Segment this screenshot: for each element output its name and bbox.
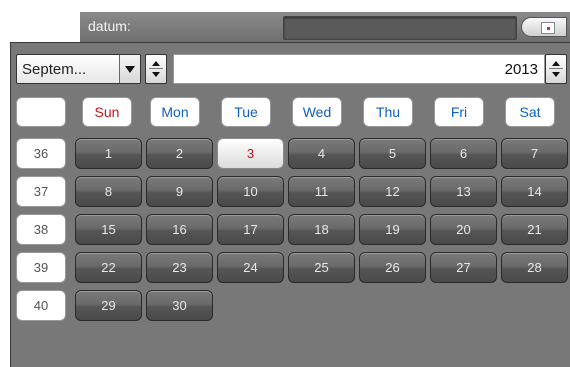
- day-cell[interactable]: 9: [146, 176, 213, 207]
- day-cell[interactable]: 16: [146, 214, 213, 245]
- weekday-header: Tue: [221, 97, 271, 127]
- year-value: 2013: [504, 61, 538, 78]
- week-header-corner: [16, 97, 66, 127]
- day-cell[interactable]: 23: [146, 252, 213, 283]
- arrow-down-icon[interactable]: [552, 72, 560, 77]
- day-cell[interactable]: 12: [359, 176, 426, 207]
- year-input[interactable]: 2013: [173, 54, 545, 84]
- day-cell[interactable]: 25: [288, 252, 355, 283]
- week-number: 40: [16, 290, 66, 321]
- day-cell[interactable]: 11: [288, 176, 355, 207]
- arrow-up-icon[interactable]: [552, 61, 560, 66]
- day-cell[interactable]: 13: [430, 176, 497, 207]
- weekday-header: Wed: [292, 97, 342, 127]
- day-cell[interactable]: 6: [430, 138, 497, 169]
- day-cell[interactable]: 27: [430, 252, 497, 283]
- month-select[interactable]: Septem...: [16, 54, 141, 84]
- day-cell[interactable]: 8: [75, 176, 142, 207]
- day-cell[interactable]: 29: [75, 290, 142, 321]
- week-number: 37: [16, 176, 66, 207]
- day-cell[interactable]: 20: [430, 214, 497, 245]
- weekday-header: Sun: [82, 97, 132, 127]
- year-spinner[interactable]: [545, 54, 567, 84]
- day-cell[interactable]: 19: [359, 214, 426, 245]
- week-number: 36: [16, 138, 66, 169]
- day-cell[interactable]: 26: [359, 252, 426, 283]
- weekday-header: Sat: [505, 97, 555, 127]
- day-cell[interactable]: 2: [146, 138, 213, 169]
- arrow-up-icon[interactable]: [152, 61, 160, 66]
- day-cell[interactable]: 14: [501, 176, 568, 207]
- arrow-down-icon[interactable]: [152, 72, 160, 77]
- month-spinner[interactable]: [145, 54, 167, 84]
- weekday-header: Mon: [150, 97, 200, 127]
- day-cell[interactable]: 22: [75, 252, 142, 283]
- week-number: 39: [16, 252, 66, 283]
- week-number: 38: [16, 214, 66, 245]
- calendar-button[interactable]: [521, 17, 567, 37]
- day-cell[interactable]: 7: [501, 138, 568, 169]
- chevron-down-icon[interactable]: [119, 55, 140, 83]
- weekday-header: Fri: [434, 97, 484, 127]
- calendar-icon: [541, 22, 555, 34]
- day-cell[interactable]: 4: [288, 138, 355, 169]
- date-input[interactable]: [283, 16, 517, 40]
- day-cell[interactable]: 28: [501, 252, 568, 283]
- date-label: datum:: [88, 18, 131, 34]
- day-cell[interactable]: 24: [217, 252, 284, 283]
- day-cell-today[interactable]: 3: [217, 138, 284, 169]
- calendar-popup: Septem... 2013 Sun Mon Tue Wed Thu Fri Sat 36 1 2…: [10, 42, 570, 367]
- weekday-header: Thu: [363, 97, 413, 127]
- day-cell[interactable]: 10: [217, 176, 284, 207]
- day-cell[interactable]: 30: [146, 290, 213, 321]
- day-cell[interactable]: 1: [75, 138, 142, 169]
- day-cell[interactable]: 5: [359, 138, 426, 169]
- month-select-value: Septem...: [22, 61, 87, 78]
- day-cell[interactable]: 15: [75, 214, 142, 245]
- day-cell[interactable]: 17: [217, 214, 284, 245]
- day-cell[interactable]: 18: [288, 214, 355, 245]
- date-field-bar: datum:: [80, 12, 570, 42]
- day-cell[interactable]: 21: [501, 214, 568, 245]
